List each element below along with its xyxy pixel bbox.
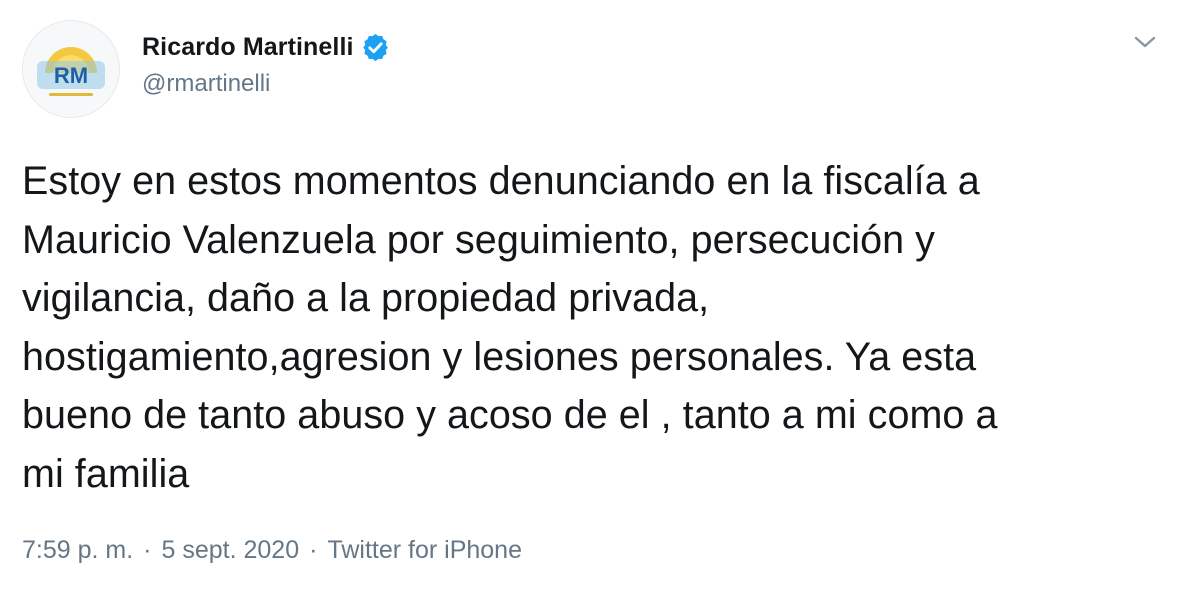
avatar-initials: RM [54,63,88,88]
tweet-meta: 7:59 p. m. · 5 sept. 2020 · Twitter for … [22,536,522,565]
tweet-source[interactable]: Twitter for iPhone [327,536,522,565]
author-handle[interactable]: @rmartinelli [142,70,270,98]
meta-separator: · [143,536,152,564]
chevron-down-icon[interactable] [1130,30,1160,54]
display-name[interactable]: Ricardo Martinelli [142,33,354,62]
author-row: Ricardo Martinelli [142,30,391,64]
tweet-time[interactable]: 7:59 p. m. [22,536,133,565]
tweet-card: RM Ricardo Martinelli @rmartinelli Estoy… [0,0,1200,597]
verified-badge-icon [362,33,388,61]
avatar-logo-icon: RM [23,21,119,117]
tweet-date[interactable]: 5 sept. 2020 [162,536,300,565]
tweet-text: Estoy en estos momentos denunciando en l… [22,159,998,496]
avatar[interactable]: RM [22,20,120,118]
meta-separator: · [309,536,318,564]
